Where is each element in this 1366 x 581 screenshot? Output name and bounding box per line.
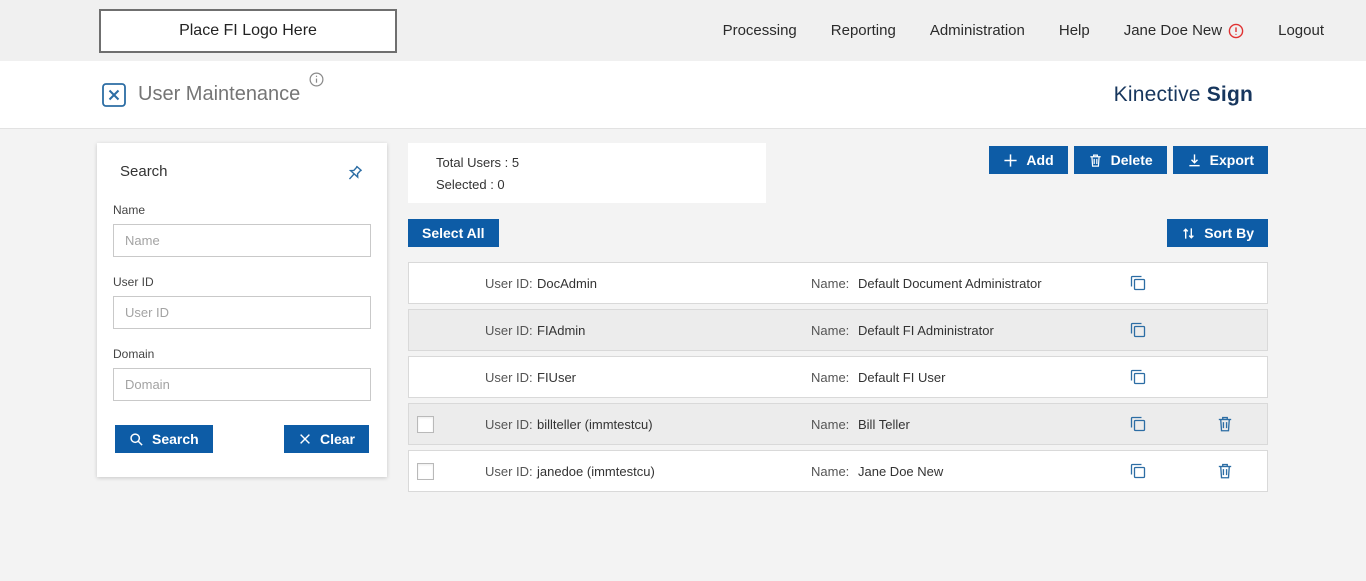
domain-field-group: Domain	[113, 347, 371, 401]
name-value: Bill Teller	[858, 416, 910, 432]
sort-icon	[1181, 226, 1196, 241]
user-id-value: janedoe (immtestcu)	[537, 463, 655, 479]
page-title: User Maintenance	[138, 83, 301, 105]
search-panel: Search Name User ID Domain	[97, 143, 387, 477]
user-id-value: DocAdmin	[537, 275, 597, 291]
copy-icon[interactable]	[1128, 367, 1148, 387]
user-id-label: User ID:	[485, 275, 533, 291]
alert-icon	[1228, 23, 1244, 39]
user-checkbox[interactable]	[417, 462, 434, 480]
current-user-name: Jane Doe New	[1123, 22, 1223, 39]
copy-icon[interactable]	[1128, 320, 1148, 340]
export-button[interactable]: Export	[1172, 146, 1268, 174]
user-id-field-group: User ID	[113, 275, 371, 329]
name-field-label: Name	[113, 203, 146, 217]
user-row: User ID: janedoe (immtestcu) Name: Jane …	[408, 450, 1268, 492]
domain-field-label: Domain	[113, 347, 155, 361]
name-value: Default FI User	[858, 369, 946, 385]
user-list: User ID: DocAdmin Name: Default Document…	[408, 262, 1268, 492]
main-content: Search Name User ID Domain	[0, 129, 1366, 497]
user-id-input[interactable]	[113, 296, 371, 329]
search-panel-title: Search	[120, 163, 168, 180]
sort-by-button[interactable]: Sort By	[1167, 219, 1268, 247]
sort-by-label: Sort By	[1204, 225, 1254, 241]
total-users-text: Total Users : 5	[436, 154, 520, 170]
selected-count-text: Selected : 0	[436, 176, 505, 192]
clear-button-label: Clear	[319, 431, 355, 447]
name-field-group: Name	[113, 203, 371, 257]
name-label: Name:	[811, 463, 850, 479]
user-id-value: FIUser	[537, 369, 576, 385]
delete-button-label: Delete	[1110, 152, 1153, 168]
user-checkbox[interactable]	[417, 415, 434, 433]
user-row: User ID: FIAdmin Name: Default FI Admini…	[408, 309, 1268, 351]
name-label: Name:	[811, 369, 850, 385]
page-header: User Maintenance Kinective Sign	[0, 61, 1366, 129]
domain-input[interactable]	[113, 368, 371, 401]
brand-product: Sign	[1206, 82, 1253, 106]
add-icon	[1003, 153, 1018, 168]
name-label: Name:	[811, 275, 850, 291]
nav-reporting[interactable]: Reporting	[831, 22, 896, 39]
copy-icon[interactable]	[1128, 461, 1148, 481]
pin-icon[interactable]	[343, 163, 365, 185]
user-id-label: User ID:	[485, 416, 533, 432]
delete-user-icon[interactable]	[1216, 415, 1234, 433]
name-input[interactable]	[113, 224, 371, 257]
user-id-field-label: User ID	[113, 275, 154, 289]
name-value: Jane Doe New	[858, 463, 944, 479]
name-label: Name:	[811, 416, 850, 432]
search-icon	[129, 432, 144, 447]
name-value: Default FI Administrator	[858, 322, 994, 338]
top-header: Place FI Logo Here Processing Reporting …	[0, 0, 1366, 61]
delete-user-icon[interactable]	[1216, 462, 1234, 480]
user-id-label: User ID:	[485, 369, 533, 385]
add-button[interactable]: Add	[989, 146, 1068, 174]
nav-administration[interactable]: Administration	[930, 22, 1025, 39]
user-list-section: Total Users : 5 Selected : 0 Add Delete …	[408, 143, 1268, 497]
name-value: Default Document Administrator	[858, 275, 1042, 291]
nav-current-user[interactable]: Jane Doe New	[1124, 22, 1244, 39]
user-maintenance-icon	[101, 82, 127, 108]
delete-icon	[1088, 153, 1103, 168]
user-id-value: FIAdmin	[537, 322, 586, 338]
export-icon	[1187, 153, 1202, 168]
fi-logo-text: Place FI Logo Here	[179, 21, 317, 39]
clear-button[interactable]: Clear	[283, 425, 369, 453]
top-nav: Processing Reporting Administration Help…	[723, 22, 1324, 39]
delete-button[interactable]: Delete	[1073, 146, 1167, 174]
user-id-value: billteller (immtestcu)	[537, 416, 653, 432]
clear-icon	[298, 432, 312, 446]
select-all-label: Select All	[422, 225, 485, 241]
export-button-label: Export	[1209, 152, 1254, 168]
search-button[interactable]: Search	[115, 425, 213, 453]
nav-logout[interactable]: Logout	[1278, 22, 1324, 39]
copy-icon[interactable]	[1128, 414, 1148, 434]
brand-name: Kinective	[1113, 82, 1201, 106]
list-actions: Add Delete Export	[989, 146, 1268, 174]
totals-box: Total Users : 5 Selected : 0	[408, 143, 766, 203]
fi-logo-placeholder: Place FI Logo Here	[99, 8, 397, 53]
nav-help[interactable]: Help	[1059, 22, 1090, 39]
user-row: User ID: DocAdmin Name: Default Document…	[408, 262, 1268, 304]
select-all-button[interactable]: Select All	[408, 219, 499, 247]
user-id-label: User ID:	[485, 463, 533, 479]
copy-icon[interactable]	[1128, 273, 1148, 293]
search-button-label: Search	[152, 431, 199, 447]
user-row: User ID: billteller (immtestcu) Name: Bi…	[408, 403, 1268, 445]
user-id-label: User ID:	[485, 322, 533, 338]
nav-processing[interactable]: Processing	[723, 22, 797, 39]
user-row: User ID: FIUser Name: Default FI User	[408, 356, 1268, 398]
brand-logo: Kinective Sign	[1114, 83, 1253, 107]
info-icon[interactable]	[309, 72, 324, 87]
add-button-label: Add	[1026, 152, 1054, 168]
name-label: Name:	[811, 322, 850, 338]
